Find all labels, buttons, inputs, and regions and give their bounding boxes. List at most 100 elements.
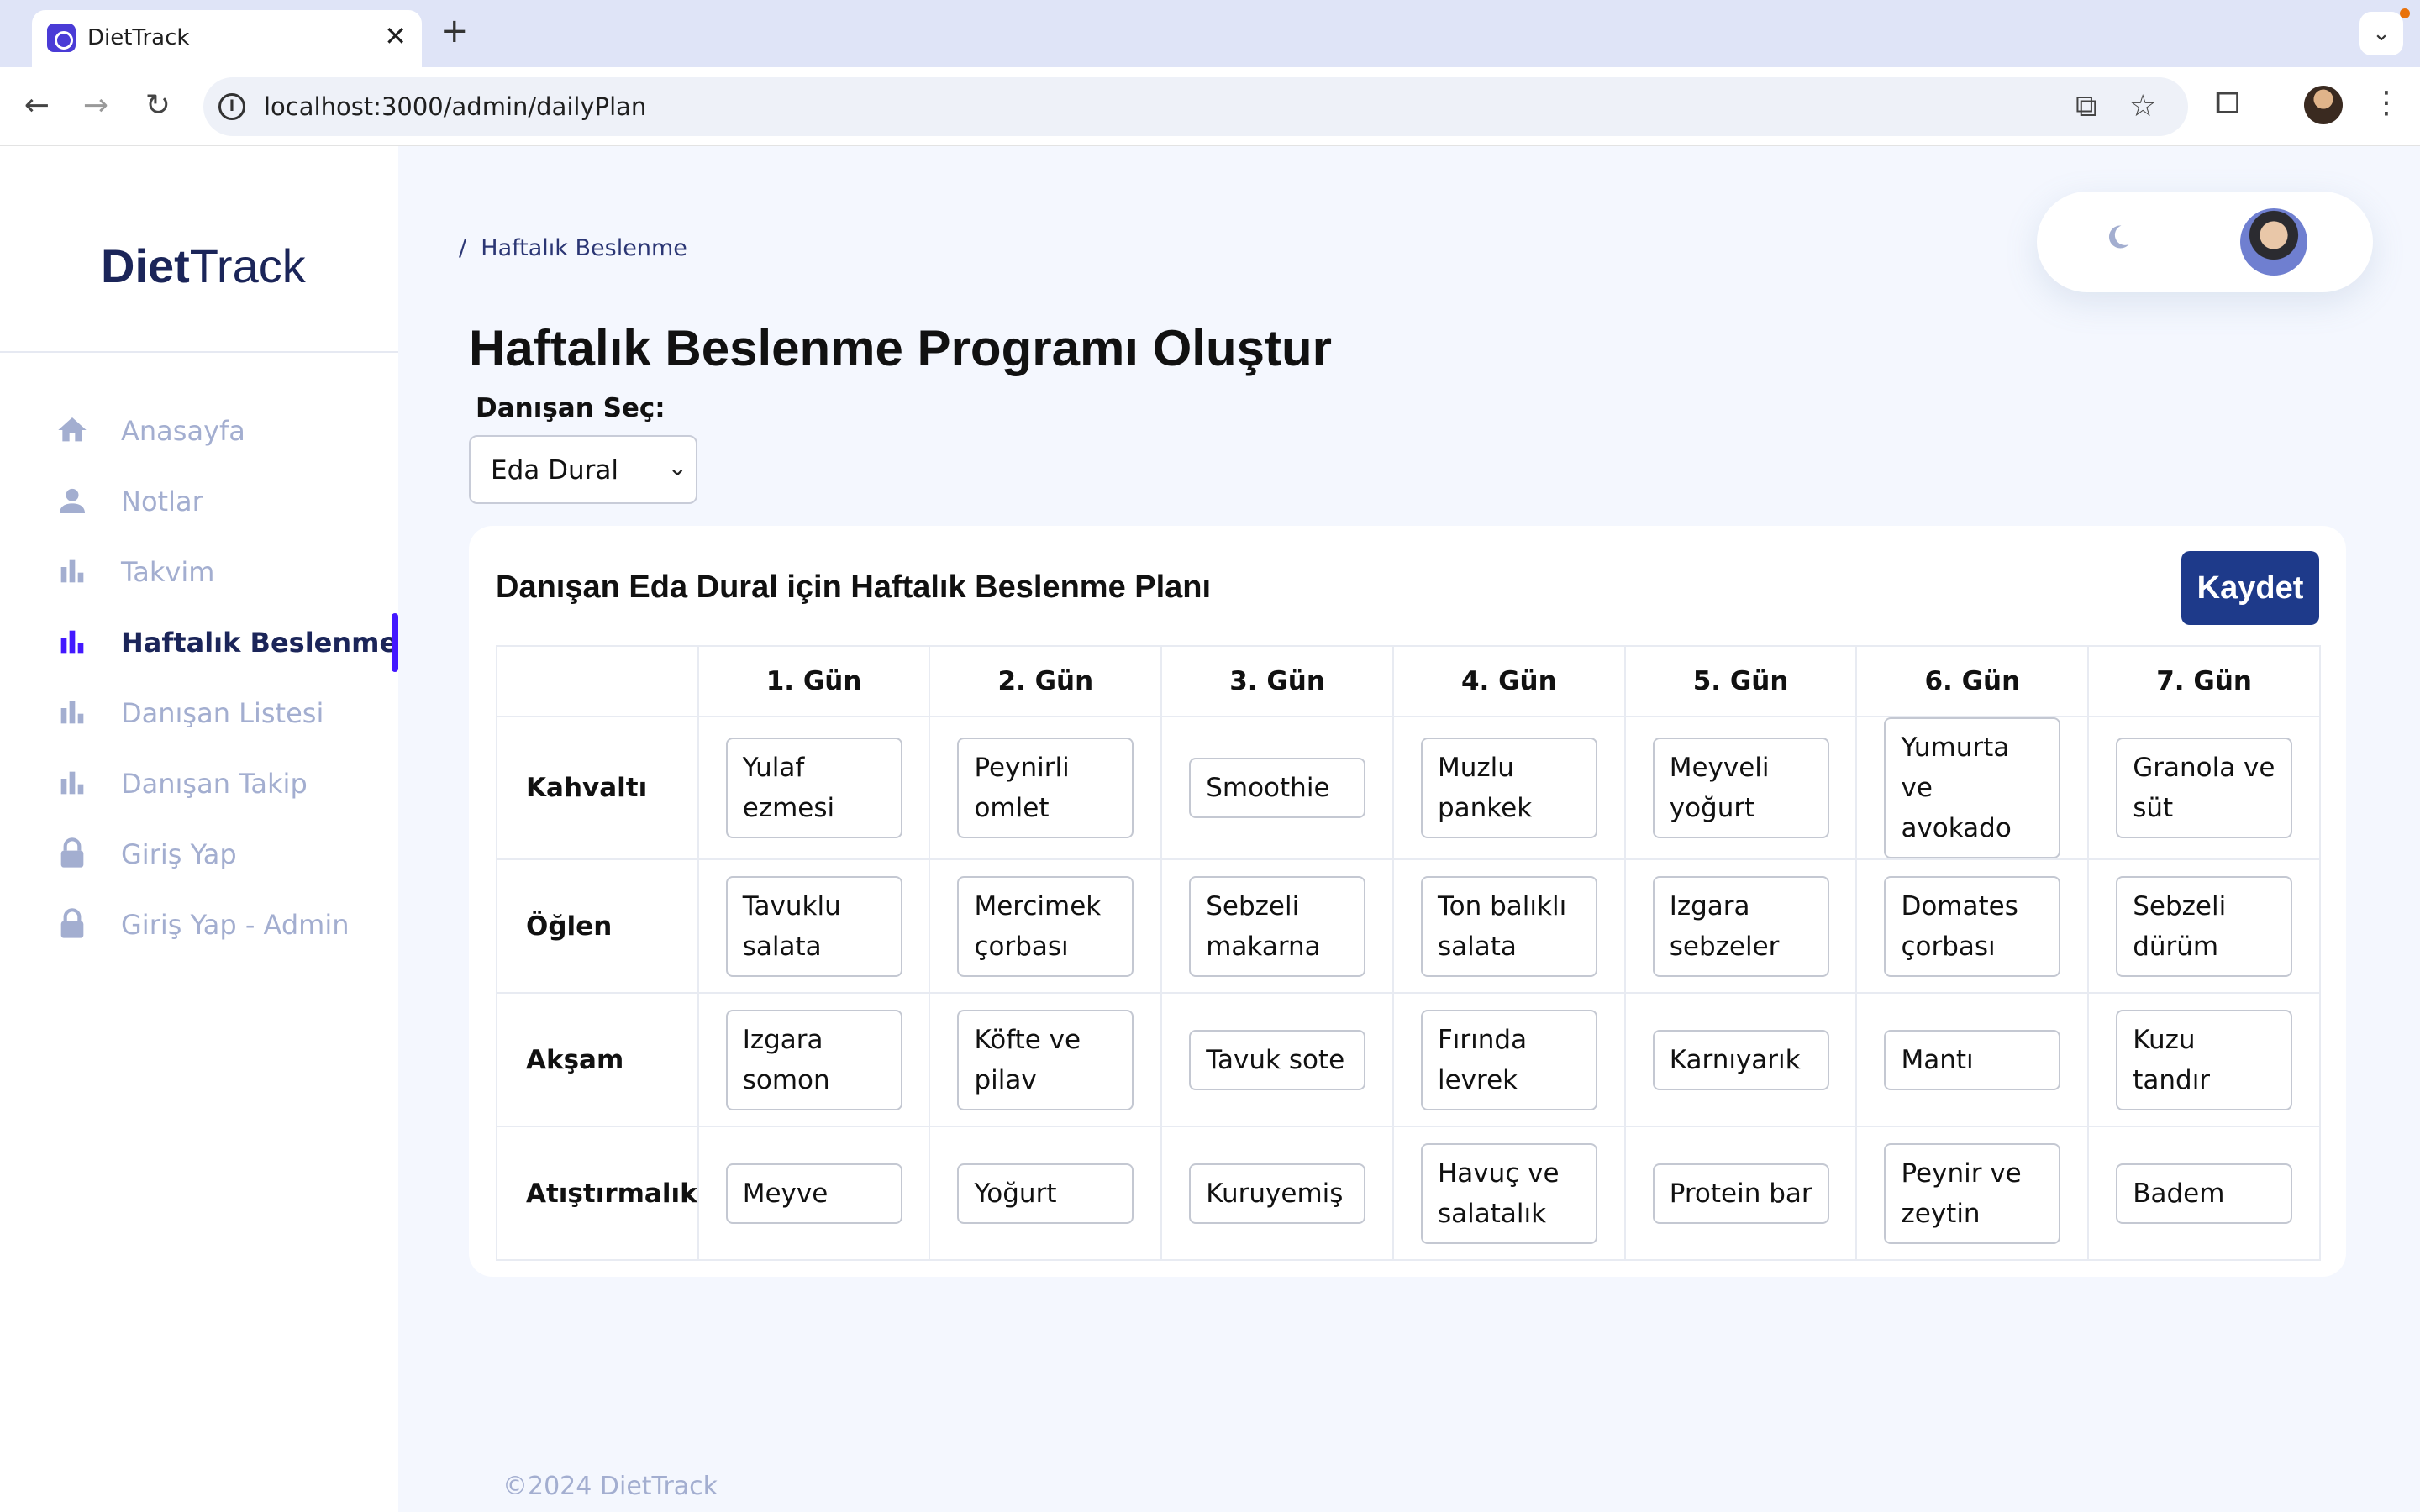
site-info-icon[interactable]: i [218,93,245,120]
food-input[interactable]: Granola ve süt [2116,738,2293,838]
food-input[interactable]: Yoğurt [957,1163,1134,1224]
sidebar-item-notlar[interactable]: Notlar [55,477,398,524]
day-header: 3. Gün [1160,645,1394,717]
header-controls [2037,192,2373,292]
sidebar-item-danisan-takip[interactable]: Danışan Takip [55,759,398,806]
food-input[interactable]: Kuzu tandır [2116,1009,2293,1110]
table-cell: Domates çorbası [1855,858,2090,994]
table-cell: Tavuk sote [1160,992,1394,1127]
sidebar-item-giris-yap[interactable]: Giriş Yap [55,830,398,877]
bar-chart-icon [60,771,84,795]
food-input[interactable]: Sebzeli makarna [1189,875,1366,977]
food-input[interactable]: Tavuklu salata [725,875,902,977]
table-cell: Meyve [697,1126,931,1261]
client-select-value: Eda Dural [491,455,618,486]
sidebar-item-label: Giriş Yap - Admin [121,909,350,941]
address-url[interactable]: localhost:3000/admin/dailyPlan [264,92,646,121]
sidebar-item-label: Danışan Listesi [121,697,324,729]
browser-profile-avatar[interactable] [2304,86,2343,124]
tab-search-chevron-down-icon[interactable]: ⌄ [2360,12,2403,55]
meal-name: Öğlen [496,858,699,994]
avatar[interactable] [2240,208,2307,276]
food-input[interactable]: Meyve [725,1163,902,1224]
forward-arrow-icon[interactable]: → [74,84,118,128]
food-input[interactable]: Meyveli yoğurt [1652,738,1829,838]
food-input[interactable]: Mercimek çorbası [957,875,1134,977]
sidebar-item-label: Takvim [121,556,215,588]
food-input[interactable]: Izgara somon [725,1009,902,1110]
bookmark-star-icon[interactable]: ☆ [2129,89,2156,123]
sidebar-item-anasayfa[interactable]: Anasayfa [55,407,398,454]
food-input[interactable]: Izgara sebzeler [1652,875,1829,977]
table-cell: Peynir ve zeytin [1855,1126,2090,1261]
reload-icon[interactable]: ↻ [136,84,180,128]
translate-icon[interactable]: ⧉ [2075,89,2097,124]
breadcrumb: / Haftalık Beslenme [459,235,687,261]
food-input[interactable]: Yulaf ezmesi [725,738,902,838]
new-tab-button[interactable]: + [440,12,469,50]
table-cell: Muzlu pankek [1392,716,1626,860]
sidebar-item-takvim[interactable]: Takvim [55,548,398,595]
client-select[interactable]: Eda Dural ⌄ [469,435,697,504]
food-input[interactable]: Domates çorbası [1884,875,2061,977]
browser-menu-icon[interactable]: ⋮ [2371,86,2402,120]
back-arrow-icon[interactable]: ← [15,84,59,128]
food-input[interactable]: Tavuk sote [1189,1029,1366,1090]
app-favicon-icon [47,24,76,52]
extensions-puzzle-icon[interactable]: ⧠ [2215,86,2239,121]
table-cell: Izgara somon [697,992,931,1127]
breadcrumb-current[interactable]: Haftalık Beslenme [481,235,687,261]
browser-tab[interactable]: DietTrack ✕ [32,10,422,67]
meal-name: Atıştırmalık [496,1126,699,1261]
table-cell: Yulaf ezmesi [697,716,931,860]
weekly-plan-card: Danışan Eda Dural için Haftalık Beslenme… [469,526,2346,1277]
food-input[interactable]: Mantı [1884,1029,2061,1090]
food-input[interactable]: Protein bar [1652,1163,1829,1224]
sidebar-item-label: Danışan Takip [121,768,308,800]
food-input[interactable]: Badem [2116,1163,2293,1224]
logo-bold-text: Diet [101,239,190,292]
day-header: 1. Gün [697,645,931,717]
tab-close-icon[interactable]: ✕ [384,20,407,52]
table-row: Atıştırmalık Meyve Yoğurt Kuruyemiş Havu… [496,1126,2321,1261]
table-cell: Kuzu tandır [2087,992,2321,1127]
address-bar[interactable]: i localhost:3000/admin/dailyPlan ⧉ ☆ [203,77,2188,136]
sidebar-item-giris-yap-admin[interactable]: Giriş Yap - Admin [55,900,398,948]
active-indicator [392,613,398,672]
food-input[interactable]: Muzlu pankek [1420,738,1597,838]
food-input[interactable]: Ton balıklı salata [1420,875,1597,977]
food-input[interactable]: Peynir ve zeytin [1884,1142,2061,1244]
day-header: 4. Gün [1392,645,1626,717]
save-button[interactable]: Kaydet [2181,551,2319,625]
table-cell: Havuç ve salatalık [1392,1126,1626,1261]
food-input[interactable]: Kuruyemiş [1189,1163,1366,1224]
table-cell: Granola ve süt [2087,716,2321,860]
food-input[interactable]: Sebzeli dürüm [2116,875,2293,977]
sidebar-item-haftalik-beslenme[interactable]: Haftalık Beslenme [55,613,398,672]
table-cell: Badem [2087,1126,2321,1261]
food-input[interactable]: Havuç ve salatalık [1420,1142,1597,1244]
table-cell: Köfte ve pilav [929,992,1163,1127]
corner-header [496,645,699,717]
table-cell: Yoğurt [929,1126,1163,1261]
table-cell: Karnıyarık [1623,992,1858,1127]
day-header: 7. Gün [2087,645,2321,717]
table-cell: Ton balıklı salata [1392,858,1626,994]
food-input[interactable]: Peynirli omlet [957,738,1134,838]
weekly-plan-table: 1. Gün 2. Gün 3. Gün 4. Gün 5. Gün 6. Gü… [496,645,2321,1261]
sidebar-divider [0,351,398,353]
food-input[interactable]: Smoothie [1189,758,1366,818]
moon-icon[interactable] [2102,222,2133,252]
app-logo[interactable]: DietTrack [101,239,306,293]
table-cell: Peynirli omlet [929,716,1163,860]
food-input[interactable]: Karnıyarık [1652,1029,1829,1090]
day-header: 5. Gün [1623,645,1858,717]
home-icon [58,417,87,442]
sidebar-item-danisan-listesi[interactable]: Danışan Listesi [55,689,398,736]
food-input[interactable]: Fırında levrek [1420,1009,1597,1110]
table-header-row: 1. Gün 2. Gün 3. Gün 4. Gün 5. Gün 6. Gü… [496,645,2321,717]
browser-toolbar: ← → ↻ i localhost:3000/admin/dailyPlan ⧉… [0,67,2420,146]
food-input[interactable]: Köfte ve pilav [957,1009,1134,1110]
food-input[interactable]: Yumurta ve avokado [1884,717,2061,858]
footer-copyright: ©2024 DietTrack [502,1472,718,1501]
